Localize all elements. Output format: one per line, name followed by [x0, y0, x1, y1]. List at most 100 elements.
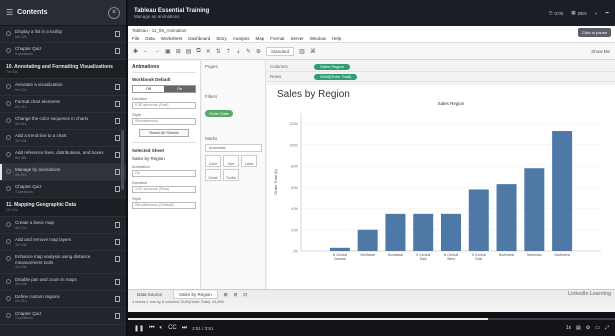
theater-icon[interactable]: ▭ — [595, 325, 600, 331]
video-frame[interactable]: Tableau - 11_05_Animation File Data Worksh… — [128, 26, 615, 318]
contents-section[interactable]: 11. Mapping Geographic Data 1h 14m — [0, 198, 126, 217]
bar[interactable] — [524, 168, 545, 251]
contents-item-current[interactable]: Manage by animations 3m 51s — [0, 164, 126, 181]
menu-window[interactable]: Window — [310, 36, 326, 41]
zen-control[interactable]: ▦ ZEN — [571, 10, 586, 16]
pause-badge[interactable]: Click to pause — [577, 28, 611, 37]
menu-format[interactable]: Format — [270, 36, 284, 41]
menu-data[interactable]: Data — [145, 36, 155, 41]
color-button[interactable]: Color — [205, 155, 221, 167]
notes-icon[interactable] — [115, 152, 120, 158]
share-icon[interactable]: ⌘ — [310, 48, 316, 55]
style2-select[interactable]: Simultaneous (Default) — [132, 202, 196, 209]
menu-dashboard[interactable]: Dashboard — [188, 36, 210, 41]
detail-button[interactable]: Detail — [205, 169, 221, 181]
duplicate-icon[interactable]: ⧉ — [196, 48, 200, 55]
menu-worksheet[interactable]: Worksheet — [161, 36, 182, 41]
contents-item[interactable]: Add and remove map layers 3m 43s — [0, 234, 126, 251]
animation-toggle[interactable]: Off On — [132, 85, 196, 93]
notes-icon[interactable] — [115, 295, 120, 302]
notes-icon[interactable] — [115, 84, 120, 90]
notes-icon[interactable] — [115, 101, 120, 107]
filter-pill[interactable]: Order Date — [205, 110, 233, 117]
timer-control[interactable]: ◷ 0:00 — [549, 10, 564, 16]
highlight-icon[interactable]: ✎ — [246, 48, 251, 55]
pages-shelf[interactable] — [205, 72, 262, 94]
sort-asc-icon[interactable]: ⇡ — [226, 48, 231, 55]
sidebar-scrollbar[interactable] — [121, 130, 124, 190]
toggle-off[interactable]: Off — [133, 86, 164, 92]
notes-icon[interactable] — [115, 256, 120, 262]
clear-icon[interactable]: ✕ — [206, 48, 211, 55]
menu-help[interactable]: Help — [332, 36, 341, 41]
contents-item[interactable]: Enhance map analysis using distance meas… — [0, 251, 126, 274]
swap-icon[interactable]: ⇅ — [216, 48, 221, 55]
animation-select[interactable]: On — [132, 170, 196, 177]
notes-icon[interactable] — [115, 31, 120, 37]
contents-item[interactable]: Chapter Quiz 3 questions — [0, 181, 126, 198]
bar[interactable] — [413, 213, 434, 251]
new-datasource-icon[interactable]: ⊞ — [176, 48, 181, 55]
contents-item[interactable]: Annotate a visualization 5m 12s — [0, 79, 126, 96]
rewind-icon[interactable]: ⏮ — [149, 325, 154, 332]
menu-map[interactable]: Map — [256, 36, 265, 41]
rows-shelf[interactable]: Rows SUM(Order Total) — [267, 72, 615, 82]
show-me-button[interactable]: Show Me — [591, 49, 610, 54]
bar[interactable] — [357, 229, 378, 251]
menu-story[interactable]: Story — [216, 36, 227, 41]
bar[interactable] — [552, 131, 573, 251]
back-icon[interactable]: ← — [143, 48, 149, 54]
notes-icon[interactable] — [115, 48, 120, 54]
chart-icon[interactable]: ▥ — [299, 48, 305, 55]
new-story-tab-icon[interactable]: ⊡ — [243, 292, 247, 298]
bar-chart[interactable]: Sales Region Order Total (k) 0K 20K 40K 60K 80… — [267, 85, 615, 289]
contents-item[interactable]: Add reference lines, distributions, and … — [0, 147, 126, 164]
contents-item[interactable]: Change the color sequence in charts 3m 51… — [0, 113, 126, 130]
contents-item[interactable]: Chapter Quiz 3 questions — [0, 43, 126, 60]
speed-icon[interactable]: 1x — [566, 325, 571, 331]
duration2-select[interactable]: 1.00 seconds (Slow) — [132, 186, 196, 193]
close-icon[interactable]: × — [108, 6, 120, 19]
contents-item[interactable]: Format chart elements 2m 41s — [0, 96, 126, 113]
volume-icon[interactable]: 🔈︎ — [159, 325, 163, 332]
captions-icon[interactable]: CC — [168, 325, 177, 331]
menu-file[interactable]: File — [132, 36, 139, 41]
tab-sales-by-region[interactable]: Sales by Region — [173, 290, 218, 299]
notes-icon[interactable] — [115, 239, 120, 245]
contents-item[interactable]: Create a basic map 4m 12s — [0, 217, 126, 234]
notes-icon[interactable] — [115, 118, 120, 124]
notes-icon[interactable] — [115, 169, 120, 175]
view-area[interactable]: Sales by Region Sales Region Order Total … — [267, 85, 615, 289]
notes-icon[interactable] — [115, 135, 120, 141]
columns-pill[interactable]: Sales Region — [314, 63, 350, 70]
marks-type-dropdown[interactable]: Automatic — [205, 144, 262, 152]
save-icon[interactable]: ▣ — [165, 48, 171, 55]
bar[interactable] — [329, 247, 350, 251]
group-icon[interactable]: ⊕ — [256, 48, 261, 55]
menu-server[interactable]: Server — [291, 36, 304, 41]
settings-icon[interactable]: ⚙ — [586, 325, 590, 331]
notes-icon[interactable] — [115, 278, 120, 285]
menu-analysis[interactable]: Analysis — [233, 36, 250, 41]
tableau-logo-icon[interactable]: ✱ — [133, 48, 138, 55]
skip-forward-icon[interactable]: ⏭ — [182, 325, 187, 332]
toggle-on[interactable]: On — [164, 86, 195, 92]
sort-desc-icon[interactable]: ⇣ — [236, 48, 241, 55]
new-sheet-tab-icon[interactable]: ⊞ — [224, 292, 228, 298]
contents-item[interactable]: Chapter Quiz 3 questions — [0, 308, 126, 325]
pause-icon[interactable]: ❚❚ — [134, 325, 144, 332]
forward-icon[interactable]: → — [154, 48, 160, 54]
notes-icon[interactable] — [115, 312, 120, 319]
new-sheet-icon[interactable]: ▤ — [186, 48, 192, 55]
bar[interactable] — [468, 189, 489, 251]
fit-dropdown[interactable]: Standard — [265, 46, 295, 56]
add-control[interactable]: + — [595, 11, 598, 16]
contents-item[interactable]: Display a list in a tooltip 5m 12s — [0, 26, 126, 43]
new-dashboard-tab-icon[interactable]: ⊟ — [234, 292, 238, 298]
notes-icon[interactable] — [115, 186, 120, 192]
contents-section[interactable]: 10. Annotating and Formatting Visualizat… — [0, 60, 126, 79]
contents-item[interactable]: Disable pan and zoom in maps 2m 14s — [0, 274, 126, 291]
label-button[interactable]: Label — [241, 155, 257, 167]
style-select[interactable]: Simultaneous — [132, 118, 196, 125]
rows-pill[interactable]: SUM(Order Total) — [314, 73, 358, 80]
